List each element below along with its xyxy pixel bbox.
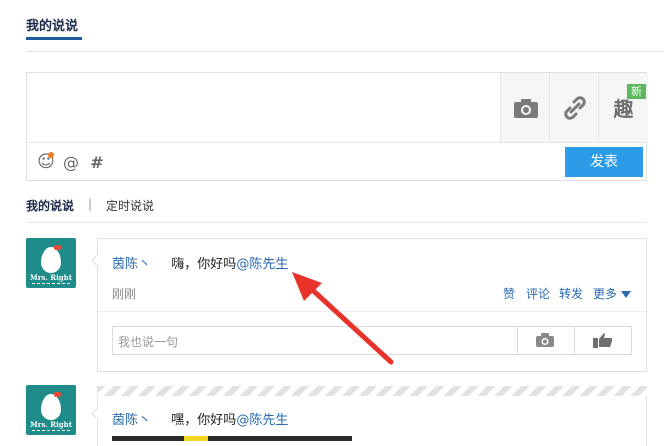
comment-divider bbox=[574, 327, 575, 354]
post-mention[interactable]: @陈先生 bbox=[236, 257, 288, 272]
at-icon: @ bbox=[63, 152, 79, 172]
comment-photo-button[interactable] bbox=[535, 332, 555, 352]
post-author[interactable]: 茵陈丶 bbox=[112, 413, 151, 428]
more-label: 更多 bbox=[593, 287, 618, 301]
tab-my-status[interactable]: 我的说说 bbox=[26, 197, 74, 214]
tab-scheduled-status[interactable]: 定时说说 bbox=[106, 197, 154, 214]
camera-icon bbox=[513, 98, 538, 118]
avatar-label: Mrs. Right bbox=[30, 420, 72, 429]
like-button[interactable]: 赞 bbox=[503, 285, 515, 302]
avatar[interactable]: Mrs. Right bbox=[26, 238, 76, 288]
status-textarea[interactable] bbox=[27, 73, 499, 142]
notification-dot bbox=[48, 152, 54, 158]
post-text: 嘿，你好吗 bbox=[171, 413, 237, 428]
attach-link-button[interactable] bbox=[549, 73, 599, 142]
more-button[interactable]: 更多 bbox=[593, 285, 631, 302]
comment-submit-button[interactable] bbox=[592, 331, 614, 353]
annotation-arrow bbox=[292, 272, 394, 365]
emoji-button[interactable]: ☺ bbox=[35, 151, 57, 173]
card-stripe-border bbox=[97, 386, 647, 396]
avatar-egg-graphic bbox=[41, 247, 61, 273]
link-icon bbox=[563, 95, 586, 120]
topic-button[interactable]: # bbox=[86, 151, 108, 173]
post-image[interactable] bbox=[112, 436, 352, 441]
avatar-label: Mrs. Right bbox=[30, 273, 72, 282]
post-author[interactable]: 茵陈丶 bbox=[112, 257, 151, 272]
post-line: 茵陈丶 嘿，你好吗@陈先生 bbox=[112, 409, 288, 428]
comment-divider bbox=[517, 327, 518, 354]
avatar-bow-graphic bbox=[54, 392, 61, 397]
camera-button[interactable] bbox=[500, 73, 550, 142]
avatar-dash bbox=[32, 430, 70, 432]
avatar-egg-graphic bbox=[41, 394, 61, 420]
mention-button[interactable]: @ bbox=[60, 151, 82, 173]
page-title: 我的说说 bbox=[26, 19, 79, 34]
camera-icon bbox=[536, 333, 554, 347]
comment-button[interactable]: 评论 bbox=[526, 285, 550, 302]
header-divider bbox=[26, 51, 664, 52]
post-mention[interactable]: @陈先生 bbox=[236, 413, 288, 428]
tabs-divider bbox=[26, 222, 647, 223]
avatar-dash bbox=[32, 283, 70, 285]
tab-separator: | bbox=[88, 197, 93, 211]
share-button[interactable]: 转发 bbox=[559, 285, 583, 302]
avatar-bow-graphic bbox=[54, 245, 61, 250]
comment-placeholder: 我也说一句 bbox=[118, 335, 179, 349]
post-text: 嗨，你好吗 bbox=[171, 257, 237, 272]
new-badge: 新 bbox=[627, 84, 646, 99]
post-line: 茵陈丶 嗨，你好吗@陈先生 bbox=[112, 253, 288, 272]
publish-button[interactable]: 发表 bbox=[565, 147, 643, 177]
caret-down-icon bbox=[620, 291, 631, 298]
thumb-icon bbox=[593, 333, 612, 348]
title-underline bbox=[26, 37, 82, 40]
composer-divider bbox=[27, 142, 646, 143]
card-divider bbox=[98, 311, 646, 312]
hashtag-icon: # bbox=[90, 152, 104, 172]
post-time[interactable]: 刚刚 bbox=[112, 285, 136, 302]
avatar[interactable]: Mrs. Right bbox=[26, 385, 76, 435]
